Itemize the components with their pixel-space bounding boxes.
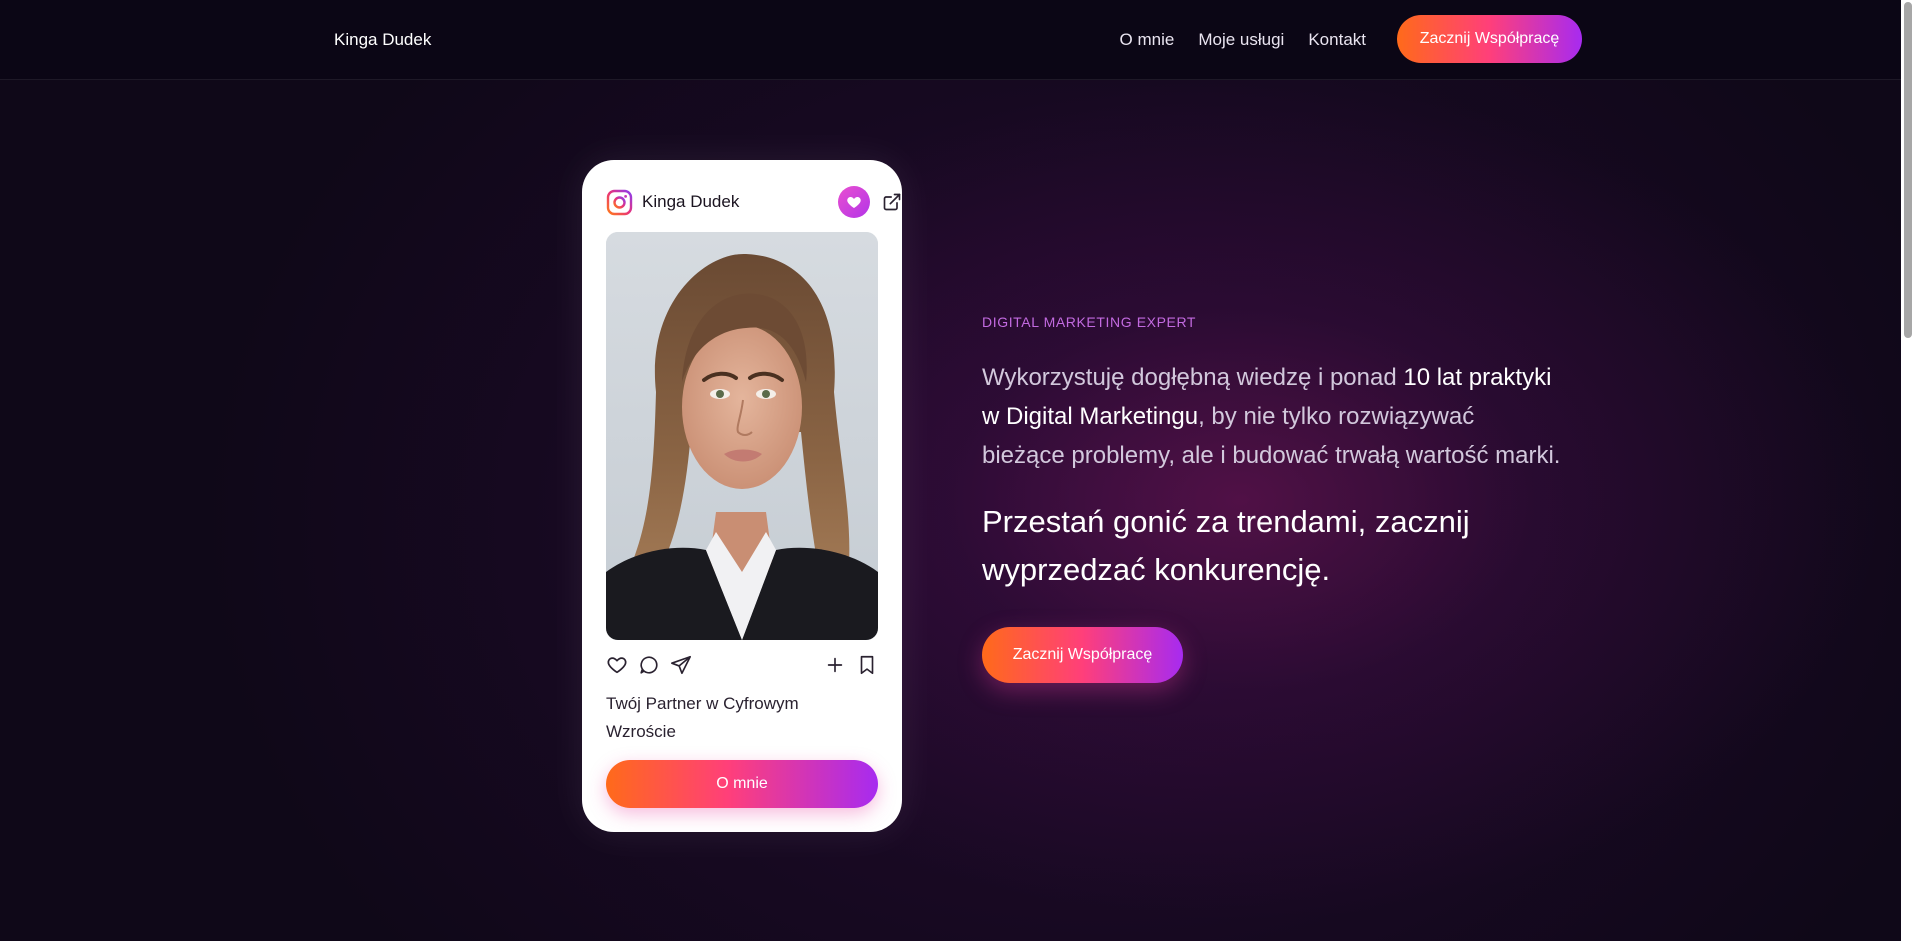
share-icon[interactable] [670, 654, 692, 676]
card-header: Kinga Dudek [606, 186, 901, 218]
hero-eyebrow: DIGITAL MARKETING EXPERT [982, 314, 1197, 330]
scrollbar[interactable] [1901, 0, 1915, 941]
page: Kinga Dudek O mnie Moje usługi Kontakt Z… [0, 0, 1915, 941]
nav-link-about[interactable]: O mnie [1120, 29, 1175, 51]
portrait-photo [606, 232, 878, 640]
brand-name[interactable]: Kinga Dudek [334, 29, 431, 51]
post-actions [606, 654, 878, 678]
nav-link-contact[interactable]: Kontakt [1308, 29, 1366, 51]
phone-card: Kinga Dudek Twój Partner w Cyfrowym Wzro… [582, 160, 902, 832]
site-header: Kinga Dudek O mnie Moje usługi Kontakt Z… [0, 0, 1915, 80]
about-button[interactable]: O mnie [606, 760, 878, 808]
comment-icon[interactable] [638, 654, 660, 676]
header-cta-button[interactable]: Zacznij Współpracę [1397, 15, 1582, 63]
hero-lead-text-1: Wykorzystuję dogłębną wiedzę i ponad [982, 364, 1404, 391]
hero-headline: Przestań gonić za trendami, zacznij wypr… [982, 504, 1470, 587]
card-username[interactable]: Kinga Dudek [642, 192, 739, 212]
instagram-icon [606, 189, 633, 216]
nav-link-services[interactable]: Moje usługi [1198, 29, 1284, 51]
hero-cta-button[interactable]: Zacznij Współpracę [982, 627, 1183, 683]
external-link-icon[interactable] [882, 192, 902, 212]
card-caption: Twój Partner w Cyfrowym Wzroście [606, 694, 799, 741]
main-nav: O mnie Moje usługi Kontakt [1096, 29, 1366, 51]
scrollbar-thumb[interactable] [1904, 2, 1912, 338]
hero-lead: Wykorzystuję dogłębną wiedzę i ponad 10 … [982, 358, 1562, 475]
add-icon[interactable] [824, 654, 846, 676]
like-icon[interactable] [606, 654, 628, 676]
bookmark-icon[interactable] [856, 654, 878, 676]
heart-icon[interactable] [838, 186, 870, 218]
